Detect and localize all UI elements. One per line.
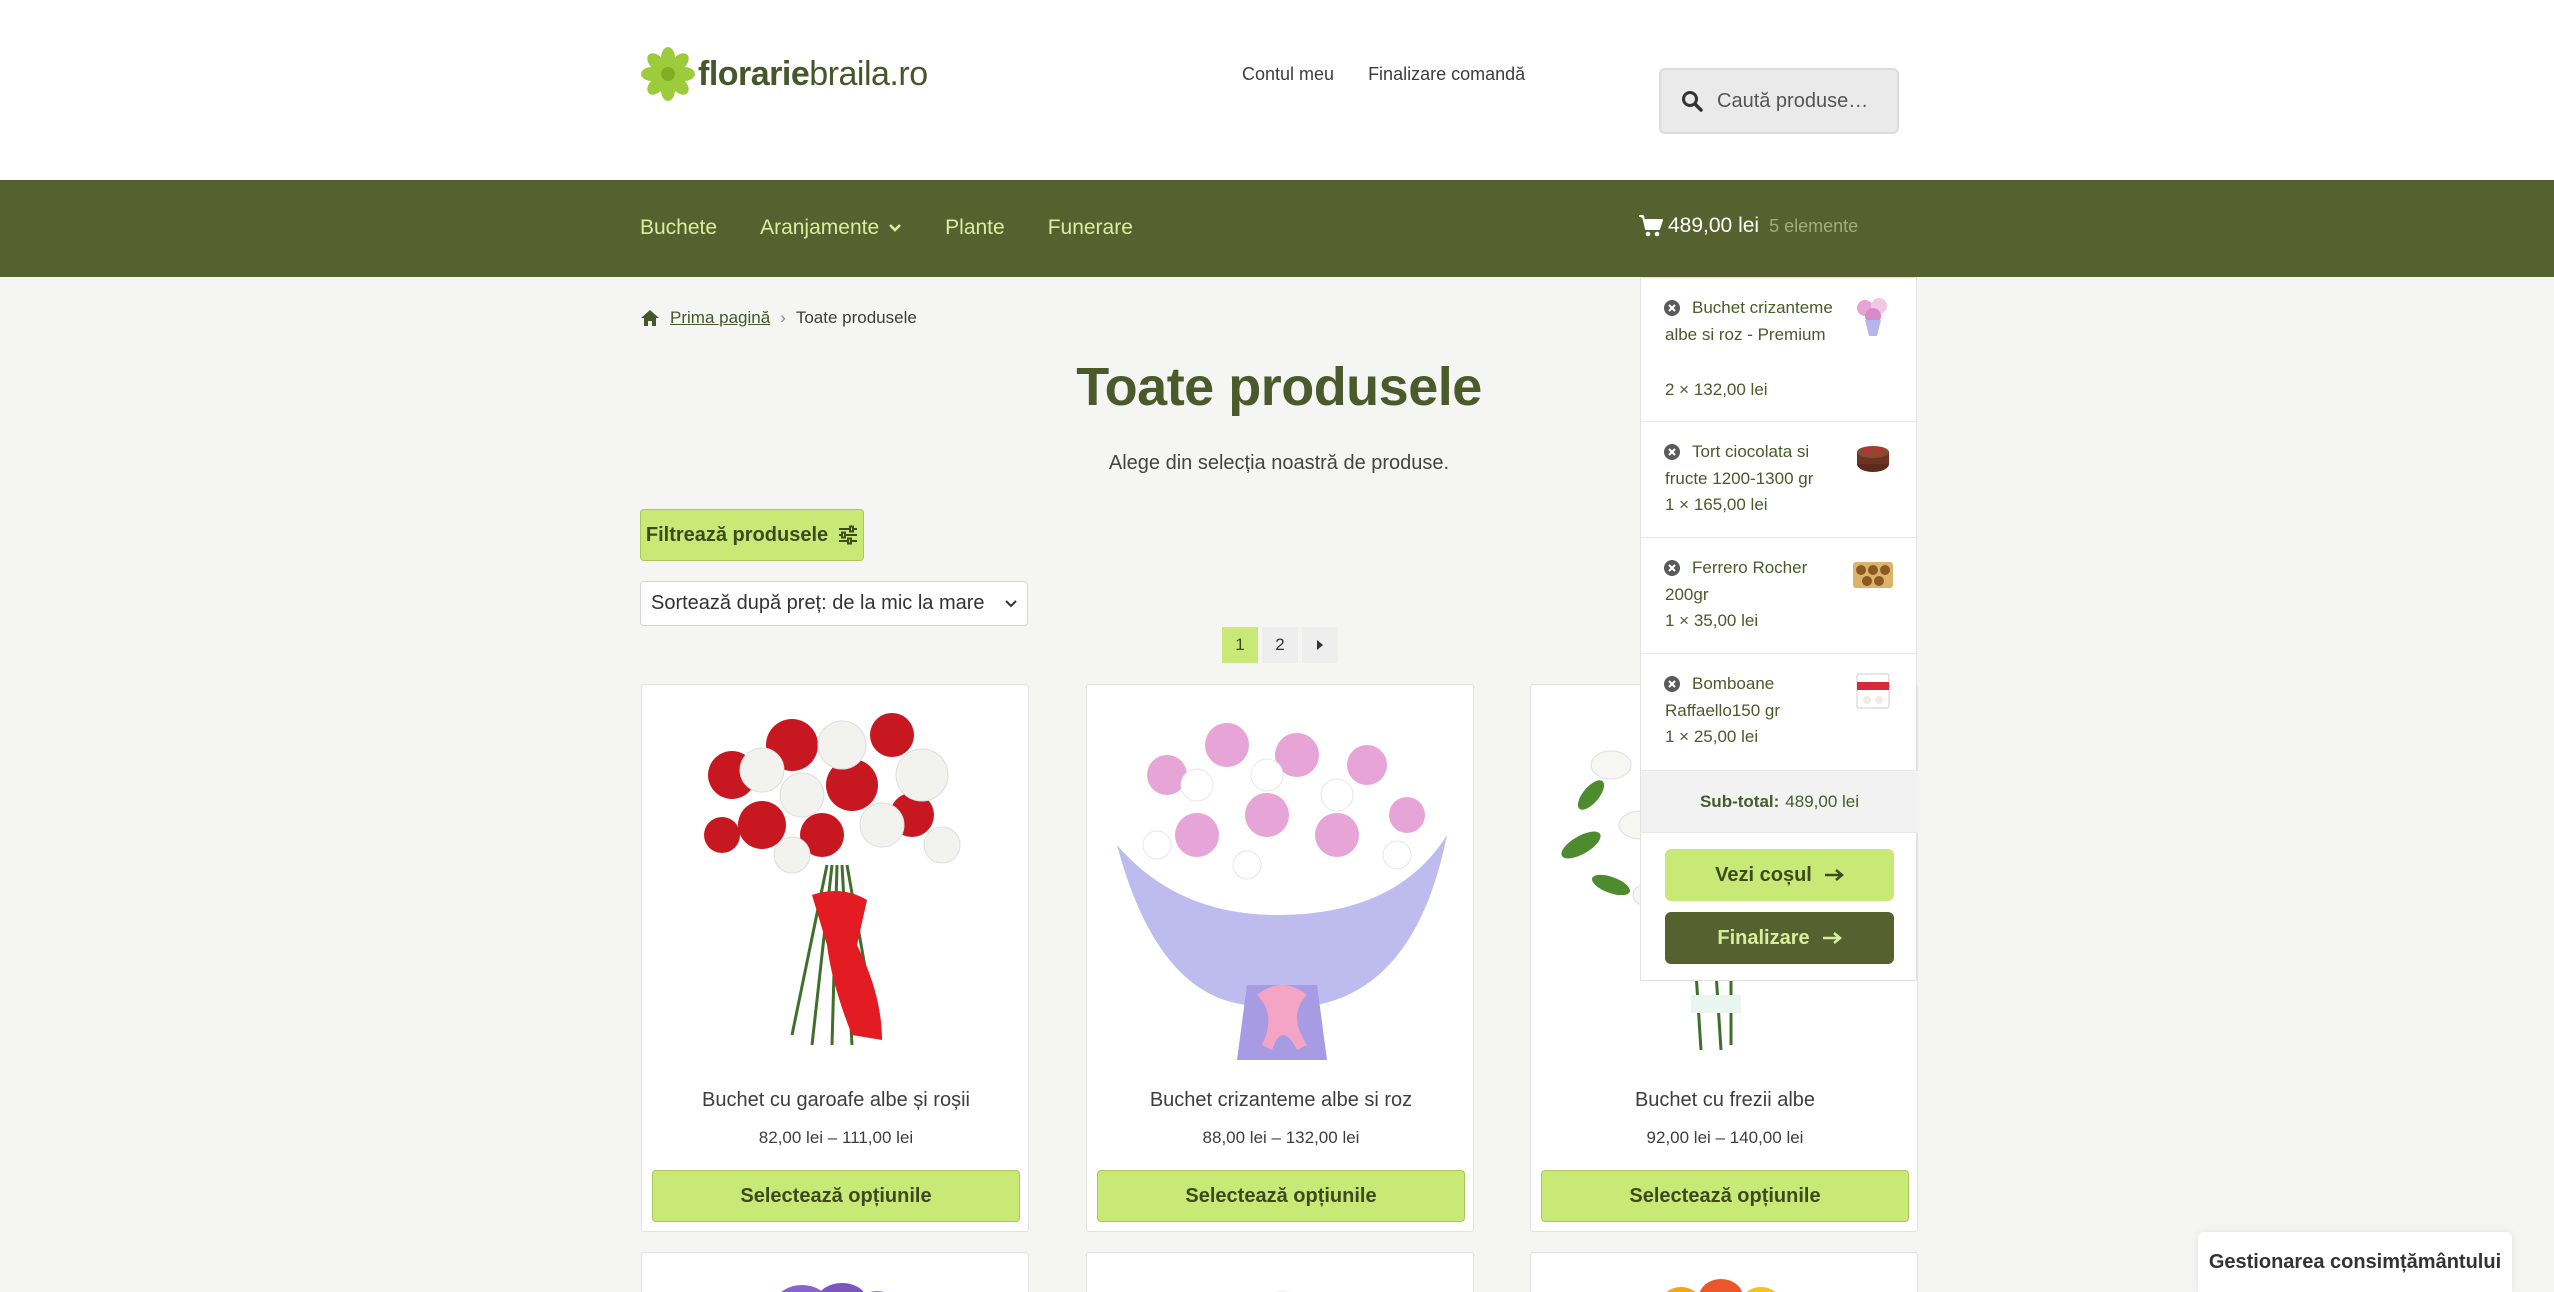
- product-image[interactable]: [652, 1263, 1020, 1292]
- product-image[interactable]: [1541, 1263, 1909, 1292]
- mini-cart-item-qty: 1 × 165,00 lei: [1665, 495, 1768, 514]
- mini-cart-item-title[interactable]: Tort ciocolata si fructe 1200-1300 gr: [1665, 438, 1835, 492]
- product-image[interactable]: [1097, 695, 1465, 1063]
- product-price: 82,00 lei – 111,00 lei: [758, 1128, 914, 1147]
- nav-item-aranjamente[interactable]: Aranjamente: [760, 216, 902, 240]
- product-name[interactable]: Buchet crizanteme albe si roz: [1087, 1089, 1475, 1112]
- breadcrumb: Prima pagină › Toate produsele: [640, 308, 917, 328]
- product-thumbnail: [1856, 673, 1890, 709]
- link-checkout[interactable]: Finalizare comandă: [1368, 64, 1525, 85]
- page-1[interactable]: 1: [1222, 627, 1258, 663]
- breadcrumb-current: Toate produsele: [795, 308, 917, 327]
- product-thumbnail: [1853, 562, 1893, 588]
- bouquet-image: [1666, 1279, 1776, 1292]
- product-image[interactable]: [652, 695, 1020, 1063]
- site-header: florariebraila.ro Contul meu Finalizare …: [0, 0, 2554, 180]
- mini-cart-item: Buchet crizanteme albe si roz - Premium …: [1641, 278, 1918, 422]
- arrow-right-icon: [1822, 932, 1842, 944]
- pagination: 1 2: [1222, 627, 1338, 663]
- cart-total: 489,00 lei: [1668, 214, 1760, 237]
- breadcrumb-home-link[interactable]: Prima pagină: [670, 308, 770, 328]
- view-cart-button[interactable]: Vezi coșul: [1665, 849, 1894, 901]
- caret-right-icon: [1317, 640, 1323, 650]
- product-name[interactable]: Buchet cu frezii albe: [1531, 1089, 1919, 1112]
- nav-item-plante[interactable]: Plante: [945, 216, 1005, 240]
- search-icon: [1682, 91, 1703, 112]
- chevron-down-icon: [1005, 599, 1017, 607]
- top-links: Contul meu Finalizare comandă: [1242, 64, 1525, 85]
- mini-cart-item-qty: 1 × 35,00 lei: [1665, 611, 1759, 630]
- mini-cart-item: Bomboane Raffaello150 gr 1 × 25,00 lei: [1641, 654, 1918, 771]
- product-thumbnail: [1857, 446, 1889, 472]
- product-name[interactable]: Buchet cu garoafe albe și roșii: [642, 1089, 1030, 1112]
- product-card: Buchet cu garoafe albe și roșii 82,00 le…: [641, 684, 1029, 1232]
- mini-cart-subtotal: Sub-total: 489,00 lei: [1641, 771, 1918, 833]
- mini-cart-dropdown: Buchet crizanteme albe si roz - Premium …: [1640, 277, 1918, 981]
- mini-cart-item-qty: 1 × 25,00 lei: [1665, 727, 1759, 746]
- checkout-button[interactable]: Finalizare: [1665, 912, 1894, 964]
- product-card: [641, 1252, 1029, 1292]
- link-my-account[interactable]: Contul meu: [1242, 64, 1334, 85]
- filter-products-button[interactable]: Filtrează produsele: [640, 509, 864, 561]
- page-2[interactable]: 2: [1262, 627, 1298, 663]
- cart-summary[interactable]: 489,00 lei 5 elemente: [1638, 214, 1858, 238]
- main-navigation: Buchete Aranjamente Plante Funerare 489,…: [0, 180, 2554, 277]
- sliders-icon: [839, 525, 858, 545]
- product-card: Buchet crizanteme albe si roz 88,00 lei …: [1086, 684, 1474, 1232]
- mini-cart-item: Ferrero Rocher 200gr 1 × 35,00 lei: [1641, 538, 1918, 654]
- nav-item-funerare[interactable]: Funerare: [1048, 216, 1133, 240]
- select-options-button[interactable]: Selectează opțiunile: [652, 1170, 1020, 1222]
- select-options-button[interactable]: Selectează opțiunile: [1541, 1170, 1909, 1222]
- select-options-button[interactable]: Selectează opțiunile: [1097, 1170, 1465, 1222]
- bouquet-image: [704, 713, 961, 1046]
- product-price: 92,00 lei – 140,00 lei: [1646, 1128, 1804, 1147]
- bouquet-image: [1117, 723, 1447, 1060]
- nav-item-buchete[interactable]: Buchete: [640, 216, 717, 240]
- mini-cart-item-title[interactable]: Ferrero Rocher 200gr: [1665, 554, 1835, 608]
- product-card: [1086, 1252, 1474, 1292]
- home-icon: [641, 310, 659, 326]
- product-image[interactable]: [1097, 1263, 1465, 1292]
- product-thumbnail: [1857, 298, 1887, 336]
- mini-cart-item-title[interactable]: Buchet crizanteme albe si roz - Premium: [1665, 294, 1835, 348]
- next-page-button[interactable]: [1302, 627, 1338, 663]
- mini-cart-item-title[interactable]: Bomboane Raffaello150 gr: [1665, 670, 1835, 724]
- mini-cart-item-qty: 2 × 132,00 lei: [1665, 380, 1768, 399]
- shopping-cart-icon: [1639, 215, 1663, 237]
- site-logo[interactable]: florariebraila.ro: [640, 46, 928, 102]
- product-price: 88,00 lei – 132,00 lei: [1202, 1128, 1360, 1147]
- search-placeholder: Caută produse…: [1717, 89, 1869, 112]
- nav-menu: Buchete Aranjamente Plante Funerare: [640, 216, 1133, 240]
- product-card: [1530, 1252, 1918, 1292]
- arrow-right-icon: [1824, 869, 1844, 881]
- mini-cart-item: Tort ciocolata si fructe 1200-1300 gr 1 …: [1641, 422, 1918, 538]
- cart-item-count: 5 elemente: [1769, 215, 1859, 236]
- search-input[interactable]: Caută produse…: [1659, 68, 1899, 134]
- chevron-down-icon: [889, 224, 902, 232]
- bouquet-image: [1274, 1291, 1290, 1292]
- flower-logo-icon: [641, 47, 695, 101]
- consent-manager-button[interactable]: Gestionarea consimțământului: [2198, 1232, 2512, 1292]
- breadcrumb-separator: ›: [780, 308, 786, 327]
- bouquet-image: [781, 1283, 885, 1292]
- logo-text: florariebraila.ro: [698, 54, 928, 93]
- sort-select[interactable]: Sortează după preț: de la mic la mare: [640, 581, 1028, 626]
